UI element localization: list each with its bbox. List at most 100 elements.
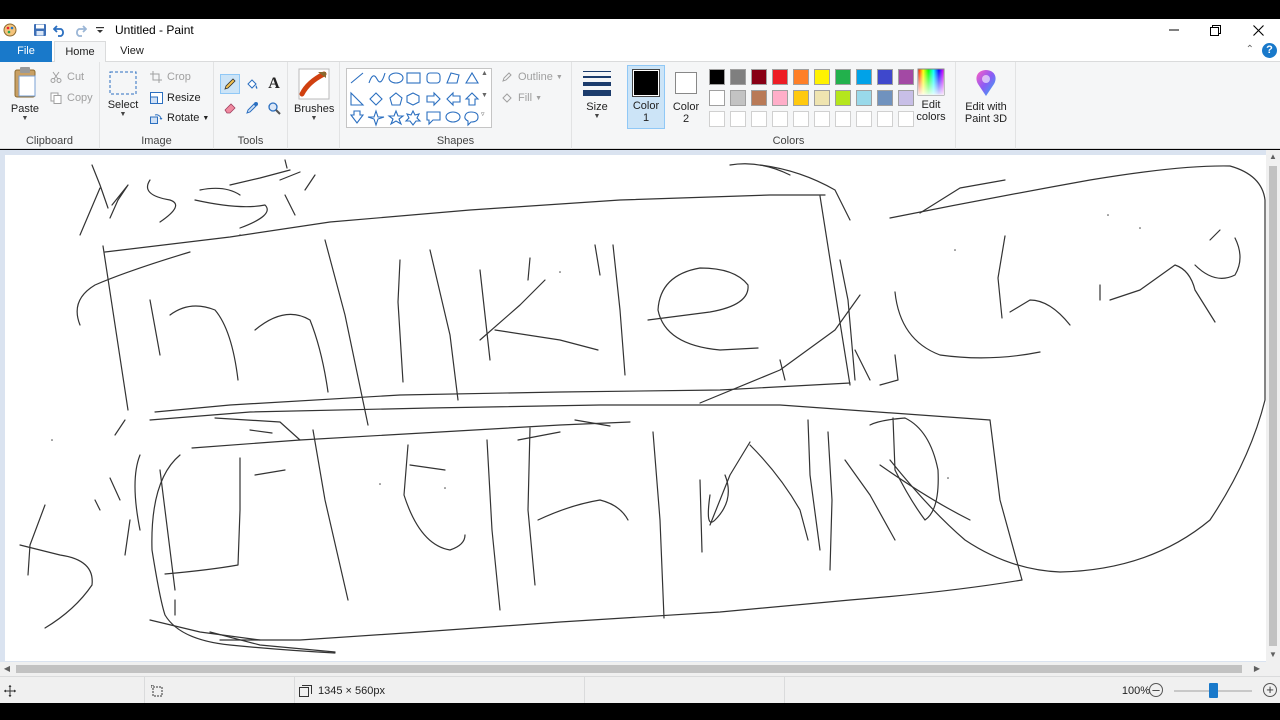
close-button[interactable] <box>1236 19 1280 41</box>
palette-color-swatch[interactable] <box>877 90 893 106</box>
tab-home[interactable]: Home <box>54 41 106 63</box>
scroll-left-icon[interactable]: ◀ <box>0 662 14 676</box>
paint-app-icon[interactable] <box>0 21 20 39</box>
outline-label: Outline <box>518 71 553 83</box>
horizontal-scroll-thumb[interactable] <box>16 665 1242 673</box>
rotate-dropdown-icon[interactable]: ▼ <box>202 115 209 122</box>
magnifier-tool[interactable] <box>264 98 284 118</box>
palette-color-swatch[interactable] <box>814 90 830 106</box>
outline-button[interactable]: Outline ▼ <box>499 70 563 84</box>
minimize-icon <box>1169 29 1179 31</box>
edit-with-paint3d-button[interactable]: Edit with Paint 3D <box>960 68 1012 125</box>
fill-bucket-icon <box>247 79 258 89</box>
text-a-icon: A <box>268 75 280 92</box>
paste-dropdown-icon[interactable]: ▼ <box>6 115 44 122</box>
copy-button[interactable]: Copy <box>48 91 93 105</box>
collapse-ribbon-icon[interactable]: ⌃ <box>1246 44 1254 55</box>
minimize-button[interactable] <box>1152 19 1196 41</box>
palette-color-swatch[interactable] <box>751 90 767 106</box>
resize-button[interactable]: Resize <box>148 91 201 105</box>
palette-color-swatch[interactable] <box>772 69 788 85</box>
palette-color-swatch[interactable] <box>814 69 830 85</box>
palette-color-swatch[interactable] <box>709 90 725 106</box>
palette-color-swatch[interactable] <box>793 69 809 85</box>
save-icon[interactable] <box>30 21 50 39</box>
eyedropper-icon <box>246 102 258 114</box>
palette-color-swatch[interactable] <box>877 69 893 85</box>
drawing-canvas[interactable] <box>5 155 1267 661</box>
palette-color-swatch[interactable] <box>835 90 851 106</box>
zoom-in-icon[interactable]: + <box>1263 683 1277 697</box>
brushes-dropdown-icon[interactable]: ▼ <box>294 115 334 122</box>
edit-colors-label-line1: Edit <box>921 99 941 111</box>
palette-custom-swatch[interactable] <box>793 111 809 127</box>
fill-tool[interactable] <box>242 74 262 94</box>
fill-button[interactable]: Fill ▼ <box>499 91 542 105</box>
cut-button[interactable]: Cut <box>48 70 84 84</box>
scroll-up-icon[interactable]: ▲ <box>1266 150 1280 164</box>
palette-custom-swatch[interactable] <box>856 111 872 127</box>
horizontal-scrollbar[interactable]: ◀ ▶ <box>0 662 1280 676</box>
shapes-group-label: Shapes <box>436 135 475 147</box>
scroll-right-icon[interactable]: ▶ <box>1250 662 1264 676</box>
palette-custom-swatch[interactable] <box>751 111 767 127</box>
palette-custom-swatch[interactable] <box>730 111 746 127</box>
customize-qat-icon[interactable] <box>90 21 110 39</box>
eraser-tool[interactable] <box>220 98 240 118</box>
canvas-workspace <box>0 150 1280 662</box>
palette-custom-swatch[interactable] <box>877 111 893 127</box>
crop-button[interactable]: Crop <box>148 70 191 84</box>
redo-icon[interactable] <box>70 21 90 39</box>
palette-color-swatch[interactable] <box>856 90 872 106</box>
shapes-gallery <box>346 68 492 128</box>
color1-swatch-frame <box>632 69 660 97</box>
zoom-out-icon[interactable]: – <box>1149 683 1163 697</box>
shapes-expand-icon[interactable]: ▿ <box>481 110 485 118</box>
restore-button[interactable] <box>1193 19 1237 41</box>
paste-button[interactable]: Paste ▼ <box>6 66 44 122</box>
palette-custom-swatch[interactable] <box>835 111 851 127</box>
palette-custom-swatch[interactable] <box>772 111 788 127</box>
undo-icon[interactable] <box>50 21 70 39</box>
help-icon[interactable]: ? <box>1262 43 1277 58</box>
edit-colors-button[interactable]: Edit colors <box>912 68 950 123</box>
image-size: 1345 × 560px <box>295 677 585 704</box>
select-rectangle-icon <box>109 71 137 95</box>
palette-color-swatch[interactable] <box>772 90 788 106</box>
shapes-scroll-down-icon[interactable]: ▼ <box>481 92 488 99</box>
text-tool[interactable]: A <box>264 74 284 94</box>
color-picker-tool[interactable] <box>242 98 262 118</box>
select-button[interactable]: Select ▼ <box>106 70 140 118</box>
size-button[interactable]: Size ▼ <box>578 68 616 120</box>
brushes-label: Brushes <box>294 103 335 115</box>
colors-group: Color 1 Color 2 Edit colors Colors <box>622 62 956 149</box>
edit-colors-icon <box>917 68 945 96</box>
palette-color-swatch[interactable] <box>730 69 746 85</box>
palette-color-swatch[interactable] <box>793 90 809 106</box>
restore-icon <box>1209 24 1221 36</box>
palette-color-swatch[interactable] <box>709 69 725 85</box>
palette-color-swatch[interactable] <box>835 69 851 85</box>
pencil-tool[interactable] <box>220 74 240 94</box>
tab-file[interactable]: File <box>0 41 52 62</box>
color1-button[interactable]: Color 1 <box>627 65 665 129</box>
palette-color-swatch[interactable] <box>751 69 767 85</box>
rotate-icon <box>148 111 164 125</box>
brushes-button[interactable]: Brushes ▼ <box>294 68 334 122</box>
scroll-down-icon[interactable]: ▼ <box>1266 648 1280 662</box>
vertical-scrollbar[interactable]: ▲ ▼ <box>1266 150 1280 662</box>
brushes-group: Brushes ▼ <box>288 62 340 149</box>
palette-color-swatch[interactable] <box>730 90 746 106</box>
fill-dropdown-icon: ▼ <box>535 94 542 102</box>
select-dropdown-icon[interactable]: ▼ <box>106 111 140 118</box>
tab-view[interactable]: View <box>108 41 156 62</box>
palette-custom-swatch[interactable] <box>814 111 830 127</box>
size-dropdown-icon[interactable]: ▼ <box>578 113 616 120</box>
palette-color-swatch[interactable] <box>856 69 872 85</box>
palette-custom-swatch[interactable] <box>709 111 725 127</box>
rotate-button[interactable]: Rotate ▼ <box>148 111 209 125</box>
color2-button[interactable]: Color 2 <box>667 65 705 129</box>
zoom-slider-thumb[interactable] <box>1209 683 1218 698</box>
vertical-scroll-thumb[interactable] <box>1269 166 1277 646</box>
shapes-scroll-up-icon[interactable]: ▲ <box>481 70 488 77</box>
